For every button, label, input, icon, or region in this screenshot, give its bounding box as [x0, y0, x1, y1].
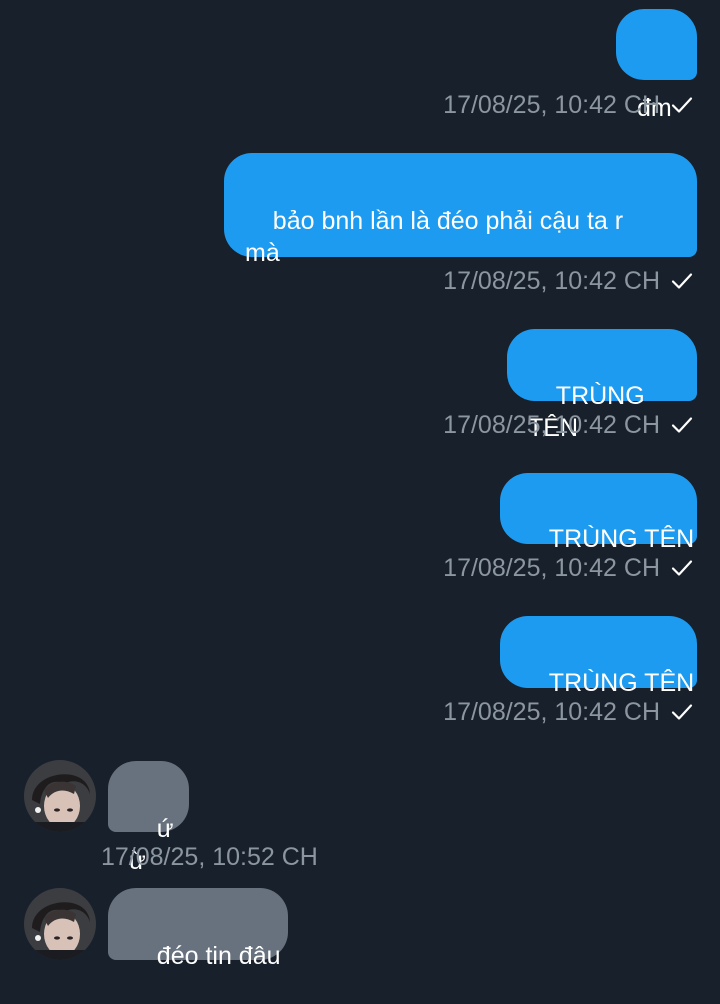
message-timestamp-row: 17/08/25, 10:42 CH — [443, 410, 694, 440]
outgoing-message-bubble[interactable]: TRÙNG TÊN — [500, 473, 697, 553]
message-timestamp-row: 17/08/25, 10:42 CH — [443, 553, 694, 583]
user-avatar[interactable] — [24, 888, 96, 960]
message-timestamp: 17/08/25, 10:42 CH — [443, 554, 660, 582]
message-timestamp: 17/08/25, 10:42 CH — [443, 698, 660, 726]
checkmark-icon — [671, 97, 693, 113]
checkmark-icon — [671, 273, 693, 289]
message-text: bảo bnh lần là đéo phải cậu ta r mà — [245, 207, 624, 267]
message-timestamp-row: 17/08/25, 10:42 CH — [443, 697, 694, 727]
message-timestamp: 17/08/25, 10:42 CH — [443, 267, 660, 295]
outgoing-message-bubble[interactable]: TRÙNG TÊN — [507, 329, 697, 442]
chat-thread: đm 17/08/25, 10:42 CH bảo bnh lần là đéo… — [0, 0, 720, 970]
incoming-message-bubble[interactable]: đéo tin đâu — [108, 888, 288, 970]
message-text: TRÙNG TÊN — [548, 669, 695, 697]
outgoing-message-bubble[interactable]: TRÙNG TÊN — [500, 616, 697, 697]
checkmark-icon — [671, 560, 693, 576]
message-timestamp-row: 17/08/25, 10:52 CH — [101, 842, 318, 872]
checkmark-icon — [671, 417, 693, 433]
message-timestamp: 17/08/25, 10:42 CH — [443, 411, 660, 439]
message-timestamp: 17/08/25, 10:52 CH — [101, 843, 318, 871]
message-timestamp-row: 17/08/25, 10:42 CH — [443, 90, 694, 120]
user-avatar[interactable] — [24, 760, 96, 832]
checkmark-icon — [671, 704, 693, 720]
message-timestamp: 17/08/25, 10:42 CH — [443, 91, 660, 119]
outgoing-message-bubble[interactable]: đm — [616, 9, 697, 122]
incoming-message-bubble[interactable]: ứ ừ — [108, 761, 189, 875]
message-timestamp-row: 17/08/25, 10:42 CH — [443, 266, 694, 296]
outgoing-message-bubble[interactable]: bảo bnh lần là đéo phải cậu ta r mà — [224, 153, 697, 267]
message-text: TRÙNG TÊN — [548, 525, 695, 553]
